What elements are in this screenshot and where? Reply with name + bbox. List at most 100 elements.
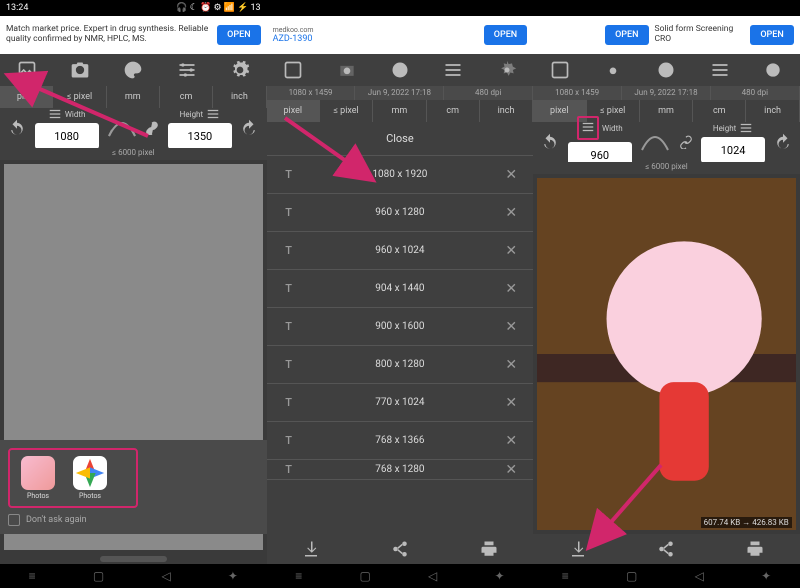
unit-lte-pixel[interactable]: ≤ pixel: [320, 100, 373, 122]
unit-inch[interactable]: inch: [213, 86, 266, 108]
print-icon[interactable]: [746, 540, 764, 558]
delete-icon[interactable]: ✕: [499, 433, 523, 449]
image-meta: 1080 x 1459 Jun 9, 2022 17:18 480 dpi: [267, 86, 534, 100]
ad-banner-3[interactable]: OPEN Solid form Screening CRO OPEN: [533, 16, 800, 54]
download-icon[interactable]: [302, 540, 320, 558]
ad-banner-1[interactable]: Match market price. Expert in drug synth…: [0, 16, 267, 54]
share-icon[interactable]: [657, 540, 675, 558]
unit-cm[interactable]: cm: [427, 100, 480, 122]
preset-row[interactable]: T904 x 1440✕: [267, 270, 534, 308]
nav-accessibility-icon[interactable]: ✦: [228, 569, 238, 583]
delete-icon[interactable]: ✕: [499, 319, 523, 335]
nav-accessibility-icon[interactable]: ✦: [495, 569, 505, 583]
gallery-icon[interactable]: [283, 60, 303, 80]
nav-home-icon[interactable]: ▢: [359, 569, 370, 583]
app-photos-1[interactable]: Photos: [16, 456, 60, 500]
unit-mm[interactable]: mm: [640, 100, 693, 122]
camera-icon[interactable]: [337, 60, 357, 80]
width-input[interactable]: 1080: [35, 123, 99, 149]
app-photos-2[interactable]: Photos: [68, 456, 112, 500]
redo-icon[interactable]: [774, 133, 792, 151]
unit-inch[interactable]: inch: [746, 100, 799, 122]
gear-icon[interactable]: [763, 60, 783, 80]
nav-recent-icon[interactable]: ≡: [295, 569, 302, 583]
ad-open-button[interactable]: OPEN: [605, 25, 648, 45]
menu-icon[interactable]: [206, 107, 220, 121]
gallery-icon[interactable]: [17, 60, 37, 80]
unit-tabs: pixel ≤ pixel mm cm inch: [0, 86, 267, 108]
download-icon[interactable]: [569, 540, 587, 558]
sliders-icon[interactable]: [443, 60, 463, 80]
ad-banner-2[interactable]: medkoo.com AZD-1390 OPEN: [267, 16, 534, 54]
undo-icon[interactable]: [8, 119, 26, 137]
nav-home-icon[interactable]: ▢: [93, 569, 104, 583]
gear-icon[interactable]: [230, 60, 250, 80]
preset-row[interactable]: T768 x 1280✕: [267, 460, 534, 480]
unit-pixel[interactable]: pixel: [267, 100, 320, 122]
nav-recent-icon[interactable]: ≡: [562, 569, 569, 583]
ad-open-button[interactable]: OPEN: [750, 25, 793, 45]
delete-icon[interactable]: ✕: [499, 205, 523, 221]
sliders-icon[interactable]: [177, 60, 197, 80]
nav-home-icon[interactable]: ▢: [626, 569, 637, 583]
menu-icon[interactable]: [739, 121, 753, 135]
delete-icon[interactable]: ✕: [499, 243, 523, 259]
size-limit: ≤ 6000 pixel: [533, 162, 800, 174]
preset-row[interactable]: T960 x 1280✕: [267, 194, 534, 232]
share-icon[interactable]: [391, 540, 409, 558]
camera-icon[interactable]: [70, 60, 90, 80]
preset-row[interactable]: T770 x 1024✕: [267, 384, 534, 422]
unit-lte-pixel[interactable]: ≤ pixel: [53, 86, 106, 108]
delete-icon[interactable]: ✕: [499, 395, 523, 411]
redo-icon[interactable]: [240, 119, 258, 137]
preset-row[interactable]: T800 x 1280✕: [267, 346, 534, 384]
delete-icon[interactable]: ✕: [499, 281, 523, 297]
camera-icon[interactable]: [603, 60, 623, 80]
menu-icon[interactable]: [48, 107, 62, 121]
link-icon[interactable]: [679, 135, 693, 149]
preset-menu-button[interactable]: [577, 116, 599, 140]
height-input[interactable]: 1024: [701, 137, 765, 163]
unit-pixel[interactable]: pixel: [0, 86, 53, 108]
sheet-handle[interactable]: [100, 556, 167, 562]
unit-cm[interactable]: cm: [693, 100, 746, 122]
dont-ask-checkbox[interactable]: [8, 514, 20, 526]
toolbar: [533, 54, 800, 86]
palette-icon[interactable]: [123, 60, 143, 80]
delete-icon[interactable]: ✕: [499, 357, 523, 373]
nav-back-icon[interactable]: ◁: [695, 569, 704, 583]
preset-row[interactable]: T900 x 1600✕: [267, 308, 534, 346]
unit-cm[interactable]: cm: [160, 86, 213, 108]
ad-open-button[interactable]: OPEN: [217, 25, 260, 45]
sliders-icon[interactable]: [710, 60, 730, 80]
height-input[interactable]: 1350: [168, 123, 232, 149]
link-icon[interactable]: [145, 121, 159, 135]
gallery-icon[interactable]: [550, 60, 570, 80]
preset-row[interactable]: T768 x 1366✕: [267, 422, 534, 460]
dont-ask-row[interactable]: Don't ask again: [8, 514, 259, 526]
status-time: 13:24: [6, 3, 28, 13]
palette-icon[interactable]: [390, 60, 410, 80]
nav-back-icon[interactable]: ◁: [161, 569, 170, 583]
unit-inch[interactable]: inch: [480, 100, 533, 122]
filesize-label: 607.74 KB → 426.83 KB: [701, 517, 792, 528]
height-label: Height: [713, 124, 736, 133]
sheet-close-button[interactable]: Close: [267, 122, 534, 156]
dimension-row: Width 1080 Height 1350: [0, 108, 267, 148]
text-icon: T: [277, 463, 301, 476]
nav-back-icon[interactable]: ◁: [428, 569, 437, 583]
print-icon[interactable]: [480, 540, 498, 558]
preset-row[interactable]: T1080 x 1920✕: [267, 156, 534, 194]
delete-icon[interactable]: ✕: [499, 167, 523, 183]
unit-mm[interactable]: mm: [107, 86, 160, 108]
palette-icon[interactable]: [656, 60, 676, 80]
nav-accessibility-icon[interactable]: ✦: [761, 569, 771, 583]
unit-mm[interactable]: mm: [373, 100, 426, 122]
nav-recent-icon[interactable]: ≡: [29, 569, 36, 583]
ad-open-button[interactable]: OPEN: [484, 25, 527, 45]
gear-icon[interactable]: [497, 60, 517, 80]
undo-icon[interactable]: [541, 133, 559, 151]
preset-row[interactable]: T960 x 1024✕: [267, 232, 534, 270]
delete-icon[interactable]: ✕: [499, 462, 523, 478]
image-canvas-preview[interactable]: 607.74 KB → 426.83 KB: [537, 178, 796, 530]
